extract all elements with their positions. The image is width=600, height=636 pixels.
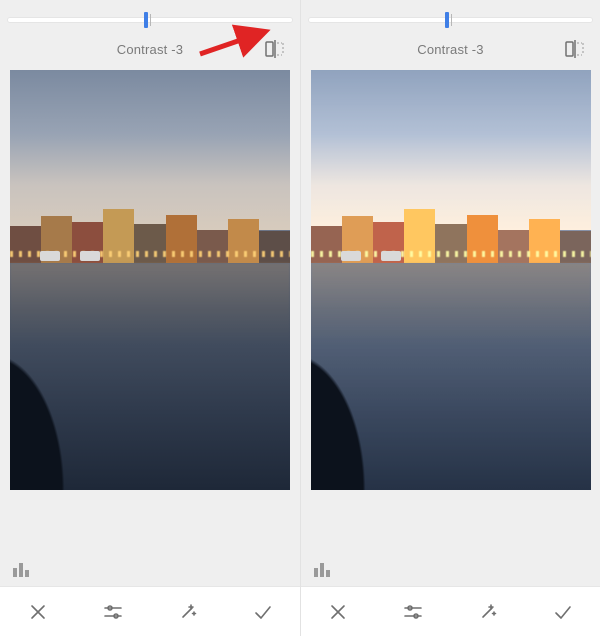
close-icon <box>329 603 347 621</box>
slider-center-tick <box>150 14 151 26</box>
slider-thumb[interactable] <box>445 12 449 28</box>
histogram-icon <box>12 560 34 578</box>
apply-button[interactable] <box>541 590 585 634</box>
compare-before-after-icon <box>265 40 285 58</box>
tune-button[interactable] <box>391 590 435 634</box>
editor-pane-left: Contrast -3 <box>0 0 300 636</box>
editor-pane-right: Contrast -3 <box>300 0 600 636</box>
apply-button[interactable] <box>241 590 285 634</box>
photo-preview[interactable] <box>0 70 300 490</box>
adjustment-label: Contrast -3 <box>417 42 484 57</box>
bottom-toolbar <box>301 586 600 636</box>
magic-wand-icon <box>478 602 498 622</box>
bottom-toolbar <box>0 586 300 636</box>
compare-button[interactable] <box>264 38 286 60</box>
checkmark-icon <box>553 603 573 621</box>
checkmark-icon <box>253 603 273 621</box>
close-icon <box>29 603 47 621</box>
adjustment-slider[interactable] <box>0 0 300 28</box>
histogram-icon <box>313 560 335 578</box>
photo-canvas <box>10 70 290 490</box>
adjustment-label-row: Contrast -3 <box>0 28 300 70</box>
adjustment-label-row: Contrast -3 <box>301 28 600 70</box>
magic-wand-button[interactable] <box>466 590 510 634</box>
histogram-button[interactable] <box>313 560 335 578</box>
tune-sliders-icon <box>103 603 123 621</box>
histogram-button[interactable] <box>12 560 34 578</box>
tune-sliders-icon <box>403 603 423 621</box>
adjustment-label: Contrast -3 <box>117 42 184 57</box>
adjustment-slider[interactable] <box>301 0 600 28</box>
slider-thumb[interactable] <box>144 12 148 28</box>
photo-canvas <box>311 70 591 490</box>
compare-before-after-icon <box>565 40 585 58</box>
magic-wand-button[interactable] <box>166 590 210 634</box>
slider-center-tick <box>451 14 452 26</box>
cancel-button[interactable] <box>316 590 360 634</box>
compare-button[interactable] <box>564 38 586 60</box>
magic-wand-icon <box>178 602 198 622</box>
tune-button[interactable] <box>91 590 135 634</box>
photo-preview[interactable] <box>301 70 600 490</box>
cancel-button[interactable] <box>16 590 60 634</box>
